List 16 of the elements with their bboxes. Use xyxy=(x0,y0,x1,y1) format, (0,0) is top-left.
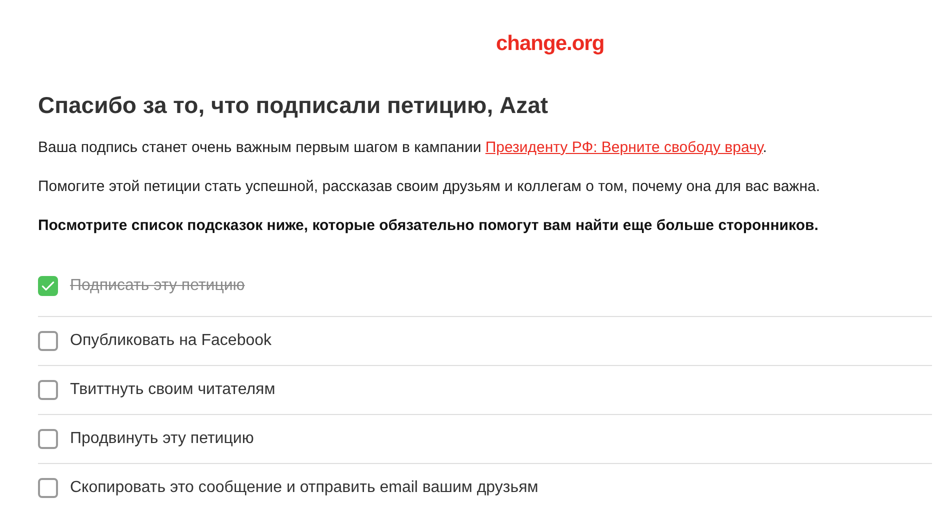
checkbox[interactable] xyxy=(38,380,58,400)
petition-link[interactable]: Президенту РФ: Верните свободу врачу xyxy=(485,139,763,156)
checklist-item: Скопировать это сообщение и отправить email вашим друзьям xyxy=(70,479,538,497)
tips-heading: Посмотрите список подсказок ниже, которые обязательно помогут вам найти еще больше сторонников. xyxy=(38,217,820,234)
checklist-item: Опубликовать на Facebook xyxy=(70,332,272,350)
logo: change.org xyxy=(496,32,604,55)
intro-text: Ваша подпись станет очень важным первым шагом в кампании Президенту РФ: Верните свободу врачу. xyxy=(38,139,768,156)
checkbox[interactable] xyxy=(38,331,58,351)
help-text: Помогите этой петиции стать успешной, рассказав своим друзьям и коллегам о том, почему она для вас важна. xyxy=(38,178,822,195)
checklist-item: Продвинуть эту петицию xyxy=(70,430,254,448)
checkbox[interactable] xyxy=(38,429,58,449)
page-heading: Спасибо за то, что подписали петицию, Azat xyxy=(38,92,550,119)
checkbox[interactable] xyxy=(38,478,58,498)
checklist-item: Твиттнуть своим читателям xyxy=(70,381,276,399)
checkbox[interactable] xyxy=(38,276,58,296)
checklist-item: Подписать эту петицию xyxy=(70,277,245,295)
